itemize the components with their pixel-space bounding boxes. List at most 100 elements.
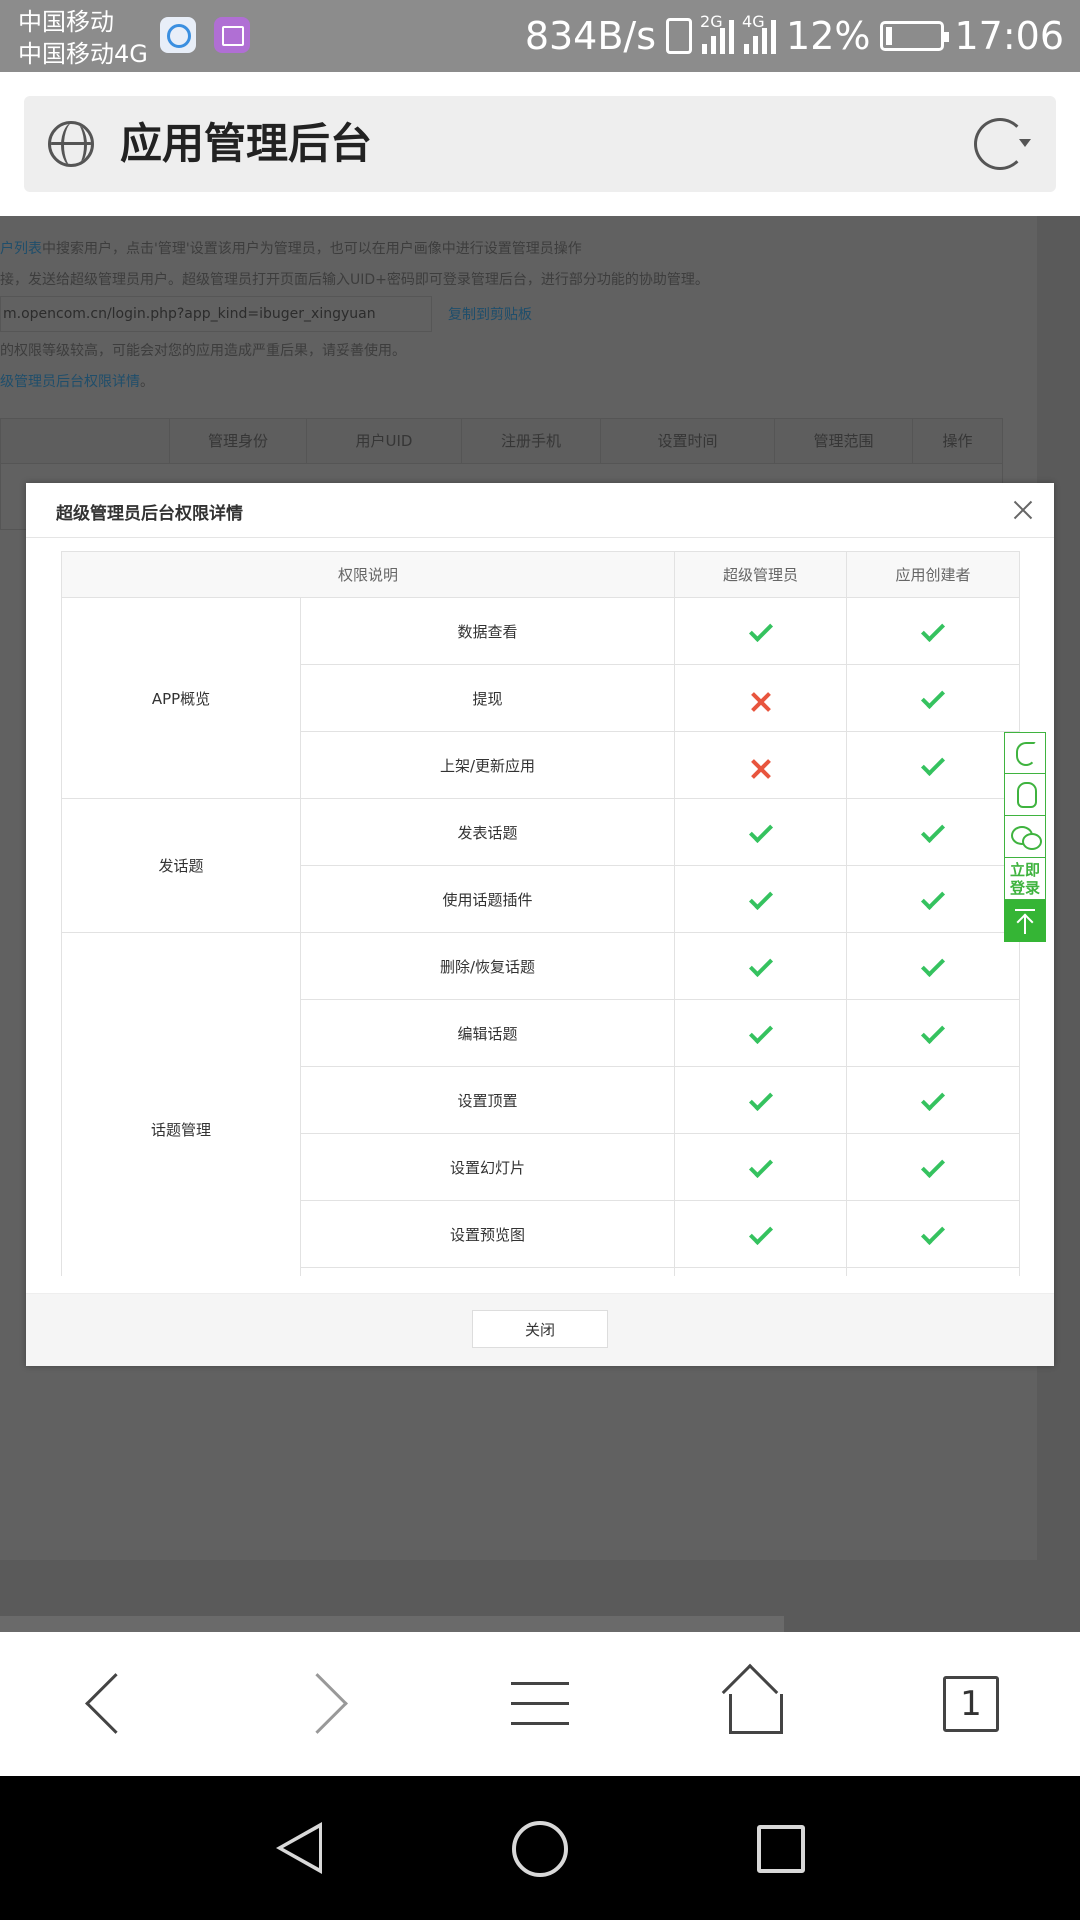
col-admin-role: 管理身份 bbox=[169, 419, 306, 463]
check-icon bbox=[920, 952, 946, 978]
permission-modal: 超级管理员后台权限详情 权限说明 超级管理员 应用创建者 APP概览 数据查看 bbox=[26, 483, 1054, 1366]
wechat-icon[interactable] bbox=[1004, 816, 1046, 858]
forward-icon[interactable] bbox=[290, 1668, 362, 1740]
phone-icon[interactable] bbox=[1004, 732, 1046, 774]
permission-detail-link[interactable]: 级管理员后台权限详情 bbox=[0, 374, 140, 390]
check-icon bbox=[920, 684, 946, 710]
permission-name: 设置幻灯片 bbox=[299, 1133, 676, 1201]
nav-recents-icon[interactable] bbox=[757, 1825, 805, 1873]
page-bottom-area bbox=[0, 1560, 1080, 1632]
clock: 17:06 bbox=[954, 14, 1064, 58]
creator-cell bbox=[846, 731, 1021, 799]
check-icon bbox=[920, 617, 946, 643]
menu-icon[interactable] bbox=[504, 1668, 576, 1740]
back-to-top-icon[interactable] bbox=[1004, 900, 1046, 942]
table-row: APP概览 数据查看 bbox=[61, 597, 1021, 799]
check-icon bbox=[920, 1220, 946, 1246]
modal-footer: 关闭 bbox=[26, 1293, 1054, 1366]
check-icon bbox=[748, 1153, 773, 1179]
check-icon bbox=[920, 1153, 946, 1179]
signal-2g-label: 2G bbox=[700, 12, 723, 31]
copy-to-clipboard-link[interactable]: 复制到剪贴板 bbox=[448, 304, 532, 324]
back-icon[interactable] bbox=[70, 1668, 142, 1740]
close-button[interactable]: 关闭 bbox=[472, 1310, 608, 1348]
nav-home-icon[interactable] bbox=[512, 1821, 568, 1877]
creator-cell bbox=[846, 999, 1021, 1067]
check-icon bbox=[920, 751, 946, 777]
permission-name: 设置预览图 bbox=[299, 1200, 676, 1268]
super-admin-cell bbox=[674, 865, 848, 933]
col-set-time: 设置时间 bbox=[600, 419, 774, 463]
col-user-uid: 用户UID bbox=[306, 419, 461, 463]
table-row: 发话题 发表话题 bbox=[61, 798, 1021, 933]
login-now-button[interactable]: 立即登录 bbox=[1004, 858, 1046, 900]
check-icon bbox=[748, 952, 773, 978]
signal-4g-label: 4G bbox=[742, 12, 765, 31]
creator-cell bbox=[846, 1200, 1021, 1268]
permission-name: 发表话题 bbox=[299, 798, 676, 866]
super-admin-cell bbox=[674, 1200, 848, 1268]
permission-table: 权限说明 超级管理员 应用创建者 APP概览 数据查看 提现 上架/更新应用 发… bbox=[60, 551, 1021, 1276]
group-topic-management: 话题管理 bbox=[61, 932, 301, 1276]
check-icon bbox=[920, 885, 946, 911]
bg-text-line-4: 的权限等级较高，可能会对您的应用造成严重后果，请妥善使用。 bbox=[0, 343, 406, 359]
col-phone: 注册手机 bbox=[461, 419, 600, 463]
permission-name: 设置顶置 bbox=[299, 1066, 676, 1134]
header-super-admin: 超级管理员 bbox=[674, 551, 848, 598]
check-icon bbox=[920, 818, 946, 844]
side-toolbar: 立即登录 bbox=[1004, 732, 1046, 942]
qq-icon[interactable] bbox=[1004, 774, 1046, 816]
col-scope: 管理范围 bbox=[774, 419, 912, 463]
check-icon bbox=[748, 617, 773, 643]
admin-table-header: 管理身份 用户UID 注册手机 设置时间 管理范围 操作 bbox=[0, 418, 1003, 464]
reload-icon[interactable] bbox=[974, 118, 1031, 170]
signal-4g-icon: 4G bbox=[742, 12, 777, 54]
modal-body[interactable]: 权限说明 超级管理员 应用创建者 APP概览 数据查看 提现 上架/更新应用 发… bbox=[26, 538, 1054, 1276]
permission-name: 提现 bbox=[299, 664, 676, 732]
tabs-icon[interactable]: 1 bbox=[943, 1676, 999, 1732]
super-admin-cell bbox=[674, 1066, 848, 1134]
permission-name: 删除/恢复话题 bbox=[299, 932, 676, 1000]
system-nav-bar bbox=[0, 1776, 1080, 1920]
check-icon bbox=[920, 1019, 946, 1045]
creator-cell bbox=[846, 865, 1021, 933]
super-admin-cell bbox=[674, 798, 848, 866]
qq-browser-notification-icon bbox=[160, 17, 196, 53]
check-icon bbox=[920, 1086, 946, 1112]
check-icon bbox=[748, 818, 773, 844]
horizontal-scrollbar[interactable] bbox=[0, 1616, 784, 1632]
creator-cell bbox=[846, 932, 1021, 1000]
net-speed: 834B/s bbox=[524, 14, 657, 58]
super-admin-cell bbox=[674, 664, 848, 732]
page-title[interactable]: 应用管理后台 bbox=[120, 116, 372, 172]
bg-text-line-2: 接，发送给超级管理员用户。超级管理员打开页面后输入UID+密码即可登录管理后台，… bbox=[0, 272, 709, 288]
browser-header: 应用管理后台 bbox=[0, 72, 1080, 216]
browser-toolbar: 1 bbox=[0, 1632, 1080, 1776]
address-bar[interactable]: 应用管理后台 bbox=[24, 96, 1056, 192]
login-url-field[interactable]: m.opencom.cn/login.php?app_kind=ibuger_x… bbox=[0, 296, 432, 332]
bg-text-5-suffix: 。 bbox=[140, 374, 154, 390]
globe-icon bbox=[48, 121, 94, 167]
permission-name: 数据查看 bbox=[299, 597, 676, 665]
table-row: 话题管理 删除/恢复话题 bbox=[61, 932, 1021, 1276]
super-admin-cell bbox=[674, 999, 848, 1067]
col-action: 操作 bbox=[912, 419, 1002, 463]
nav-back-icon[interactable] bbox=[276, 1822, 322, 1874]
group-app-overview: APP概览 bbox=[61, 597, 301, 799]
bg-text-line-5: 级管理员后台权限详情。 bbox=[0, 371, 154, 391]
check-icon bbox=[748, 1086, 773, 1112]
creator-cell bbox=[846, 597, 1021, 665]
creator-cell bbox=[846, 1133, 1021, 1201]
status-indicators: 834B/s 2G 4G 12% 17:06 bbox=[525, 10, 1064, 62]
user-list-link[interactable]: 户列表 bbox=[0, 241, 42, 257]
super-admin-cell bbox=[674, 731, 848, 799]
permission-name: 编辑话题 bbox=[299, 999, 676, 1067]
modal-title: 超级管理员后台权限详情 bbox=[56, 504, 243, 524]
close-icon[interactable] bbox=[1008, 495, 1038, 525]
header-permission: 权限说明 bbox=[60, 551, 676, 598]
carrier-1: 中国移动 bbox=[18, 8, 114, 36]
creator-cell bbox=[846, 798, 1021, 866]
cross-icon bbox=[751, 759, 771, 779]
home-icon[interactable] bbox=[720, 1663, 792, 1740]
check-icon bbox=[748, 885, 773, 911]
